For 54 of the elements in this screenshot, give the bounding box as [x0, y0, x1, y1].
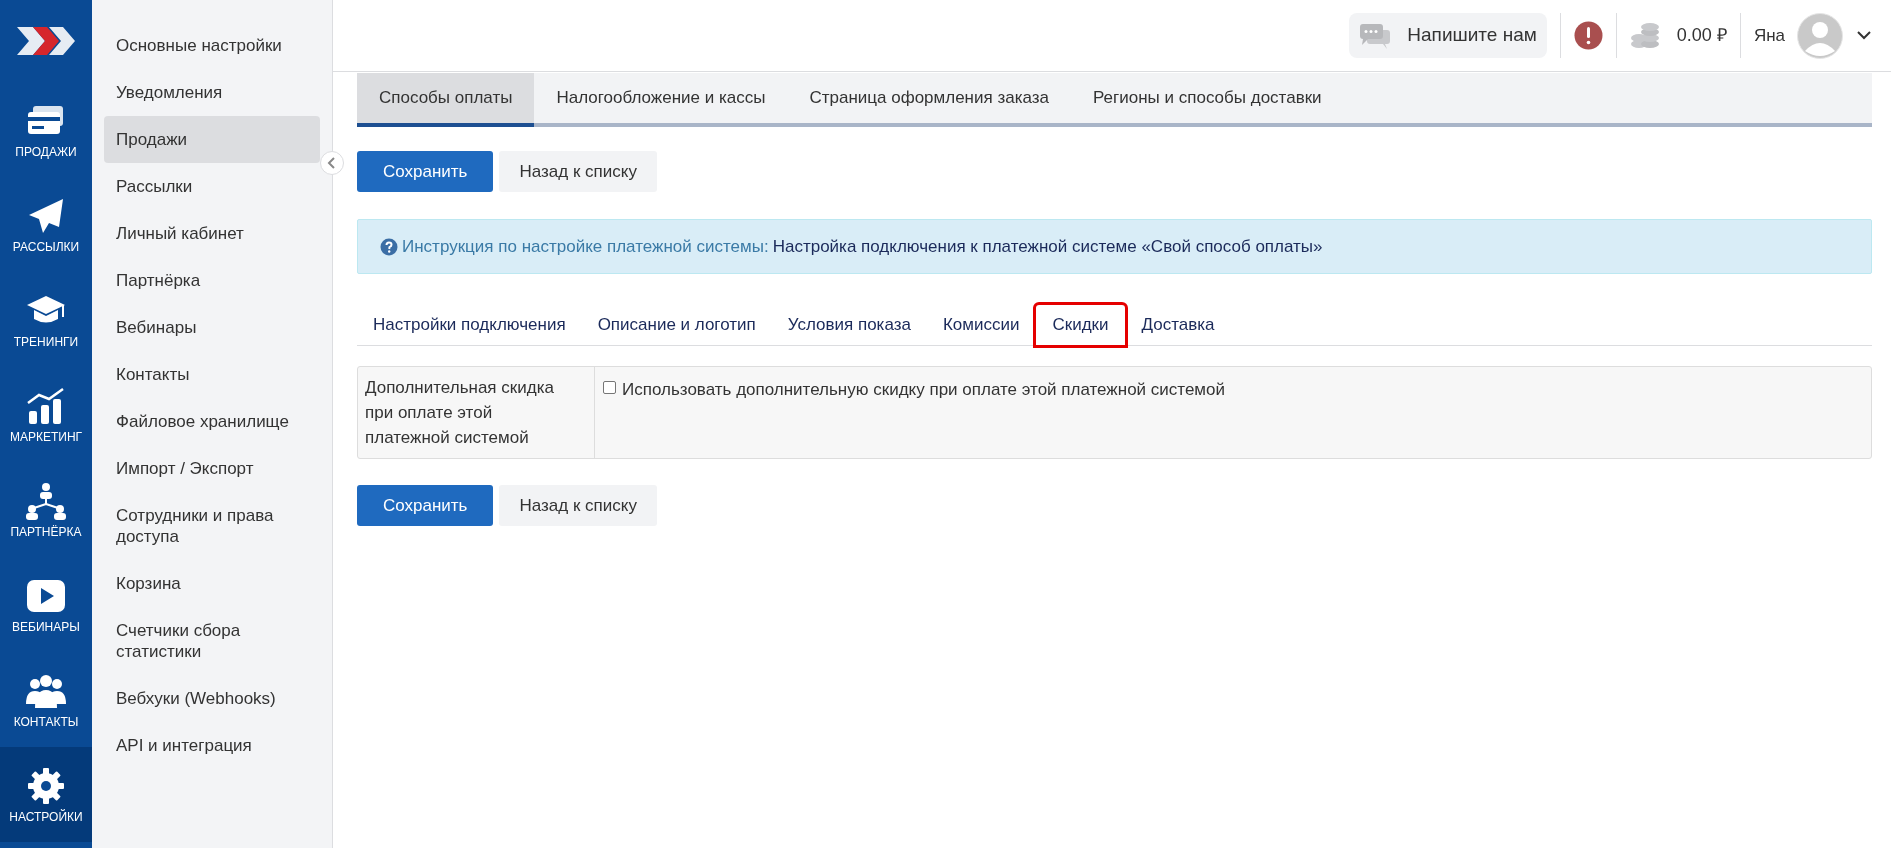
coins-icon	[1629, 21, 1660, 50]
sidebar-item[interactable]: Вебхуки (Webhooks)	[104, 675, 320, 722]
rail-item[interactable]: РАССЫЛКИ	[0, 177, 92, 272]
balance-text: 0.00 ₽	[1676, 24, 1727, 47]
back-to-list-button[interactable]: Назад к списку	[499, 151, 657, 192]
collapse-button[interactable]	[320, 151, 344, 175]
field-label: Дополнительная скидка при оплате этой платежной системой	[358, 367, 595, 458]
checkbox[interactable]	[603, 381, 616, 394]
sidebar-item[interactable]: Основные настройки	[104, 22, 320, 69]
people-network-icon	[25, 481, 67, 520]
sidebar-item[interactable]: Партнёрка	[104, 257, 320, 304]
subtab[interactable]: Настройки подключения	[357, 304, 582, 346]
settings-icon	[25, 766, 67, 805]
back-to-list-button[interactable]: Назад к списку	[499, 485, 657, 526]
sidebar-item[interactable]: Контакты	[104, 351, 320, 398]
tab[interactable]: Регионы и способы доставки	[1071, 73, 1344, 127]
chevron-down-icon[interactable]	[1857, 31, 1871, 40]
sidebar-item[interactable]: Файловое хранилище	[104, 398, 320, 445]
sidebar-item[interactable]: Рассылки	[104, 163, 320, 210]
rail-item[interactable]: МАРКЕТИНГ	[0, 367, 92, 462]
instruction-link[interactable]: Настройка подключения к платежной системе «Свой способ оплаты»	[772, 233, 1323, 260]
save-button[interactable]: Сохранить	[357, 485, 494, 526]
subtab[interactable]: Комиссии	[926, 304, 1036, 346]
save-button[interactable]: Сохранить	[357, 151, 494, 192]
checkbox-label: Использовать дополнительную скидку при оплате этой платежной системой	[622, 379, 1225, 401]
rail-item[interactable]: КОНТАКТЫ	[0, 652, 92, 747]
info-label: Инструкция по настройке платежной системы:	[402, 235, 769, 258]
alert-icon[interactable]	[1573, 21, 1603, 50]
sidebar-item[interactable]: Личный кабинет	[104, 210, 320, 257]
user-name: Яна	[1753, 24, 1785, 47]
chat-bubbles-icon	[1359, 21, 1392, 50]
sidebar-item[interactable]: Импорт / Экспорт	[104, 445, 320, 492]
rail-item[interactable]: ПАРТНЁРКА	[0, 462, 92, 557]
sidebar-item[interactable]: Уведомления	[104, 69, 320, 116]
sidebar-item[interactable]: Сотрудники и права доступа	[104, 492, 320, 560]
sidebar-item[interactable]: Счетчики сбора статистики	[104, 607, 320, 675]
rail-item[interactable]: НАСТРОЙКИ	[0, 747, 92, 842]
rail-item[interactable]: ТРЕНИНГИ	[0, 272, 92, 367]
tab[interactable]: Страница оформления заказа	[787, 73, 1071, 127]
sidebar-item[interactable]: Корзина	[104, 560, 320, 607]
tab[interactable]: Способы оплаты	[357, 73, 535, 127]
subtab[interactable]: Скидки	[1035, 304, 1126, 346]
chat-button[interactable]: Напишите нам	[1349, 13, 1547, 58]
subtab[interactable]: Описание и логотип	[581, 304, 772, 346]
subtab[interactable]: Условия показа	[771, 304, 927, 346]
subtab[interactable]: Доставка	[1125, 304, 1231, 346]
sidebar-item[interactable]: Вебинары	[104, 304, 320, 351]
tab[interactable]: Налогообложение и кассы	[534, 73, 788, 127]
help-icon	[380, 237, 398, 256]
sidebar-item[interactable]: API и интеграция	[104, 722, 320, 769]
rail-item[interactable]: ПРОДАЖИ	[0, 82, 92, 177]
chevron-left-icon	[327, 157, 337, 169]
rail-item[interactable]: ВЕБИНАРЫ	[0, 557, 92, 652]
sidebar-item[interactable]: Продажи	[104, 116, 320, 163]
